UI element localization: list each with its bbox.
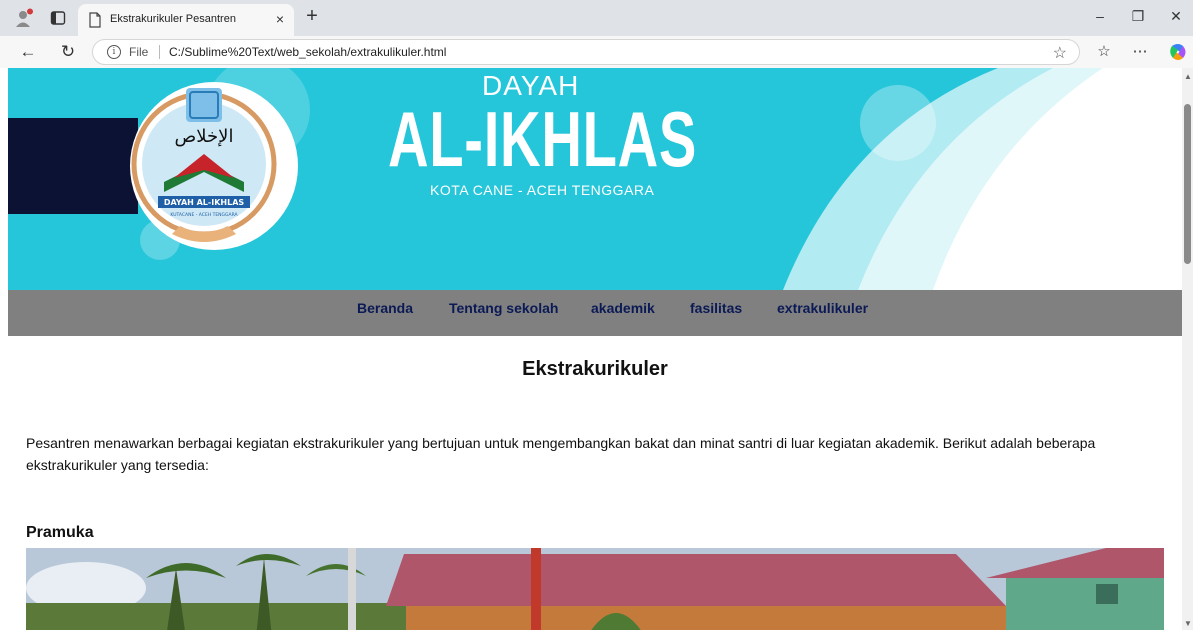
nav-link-beranda[interactable]: Beranda [357, 300, 413, 316]
logo-name-text: DAYAH AL-IKHLAS [164, 198, 245, 207]
page-title: Ekstrakurikuler [522, 358, 668, 380]
address-toolbar: ← ↻ i File C:/Sublime%20Text/web_sekolah… [0, 36, 1193, 68]
close-tab-icon[interactable]: × [276, 11, 284, 27]
url-text[interactable]: C:/Sublime%20Text/web_sekolah/extrakulik… [169, 45, 446, 59]
banner-city-text: KOTA CANE - ACEH TENGGARA [430, 182, 655, 198]
scroll-up-icon[interactable]: ▲ [1184, 72, 1192, 81]
favorite-star-icon[interactable]: ☆ [1053, 43, 1067, 63]
page-viewport: الإخلاص DAYAH AL-IKHLAS KUTACANE - ACEH … [8, 68, 1182, 630]
tab-actions-icon[interactable] [50, 10, 66, 26]
nav-link-fasilitas[interactable]: fasilitas [690, 300, 742, 316]
school-logo: الإخلاص DAYAH AL-IKHLAS KUTACANE - ACEH … [130, 82, 298, 250]
header-banner: الإخلاص DAYAH AL-IKHLAS KUTACANE - ACEH … [8, 68, 1182, 290]
browser-tab[interactable]: Ekstrakurikuler Pesantren × [78, 4, 294, 36]
refresh-icon[interactable]: ↻ [58, 42, 78, 62]
favorites-icon[interactable]: ☆ [1094, 42, 1114, 60]
info-icon[interactable]: i [107, 45, 121, 59]
file-label: File [129, 45, 149, 59]
more-menu-icon[interactable]: ⋯ [1130, 42, 1150, 60]
tab-title: Ekstrakurikuler Pesantren [110, 13, 236, 25]
logo-subtext: KUTACANE - ACEH TENGGARA [170, 212, 238, 218]
new-tab-button[interactable]: + [302, 5, 322, 28]
intro-paragraph: Pesantren menawarkan berbagai kegiatan e… [26, 435, 1096, 473]
vertical-scrollbar[interactable]: ▲ ▼ [1182, 68, 1193, 630]
address-bar[interactable]: i File C:/Sublime%20Text/web_sekolah/ext… [92, 39, 1080, 65]
page-icon [89, 12, 101, 28]
restore-icon[interactable]: ❐ [1128, 8, 1148, 25]
nav-link-extrakulikuler[interactable]: extrakulikuler [777, 300, 868, 316]
copilot-icon[interactable] [1168, 42, 1188, 62]
scrollbar-thumb[interactable] [1184, 104, 1191, 264]
minimize-icon[interactable]: – [1090, 8, 1110, 24]
pramuka-photo [26, 548, 1164, 630]
back-arrow-icon[interactable]: ← [18, 42, 38, 62]
scroll-down-icon[interactable]: ▼ [1184, 619, 1192, 628]
main-navigation: Beranda Tentang sekolah akademik fasilit… [8, 290, 1182, 336]
section-title-pramuka: Pramuka [26, 524, 94, 541]
browser-tab-strip: Ekstrakurikuler Pesantren × + – ❐ ✕ [0, 0, 1193, 36]
profile-icon[interactable] [14, 8, 34, 28]
logo-arabic-text: الإخلاص [175, 126, 234, 147]
divider [159, 45, 160, 59]
nav-link-akademik[interactable]: akademik [591, 300, 655, 316]
close-window-icon[interactable]: ✕ [1166, 8, 1186, 25]
nav-link-tentang-sekolah[interactable]: Tentang sekolah [449, 300, 558, 316]
banner-school-name: AL-IKHLAS [388, 95, 698, 183]
